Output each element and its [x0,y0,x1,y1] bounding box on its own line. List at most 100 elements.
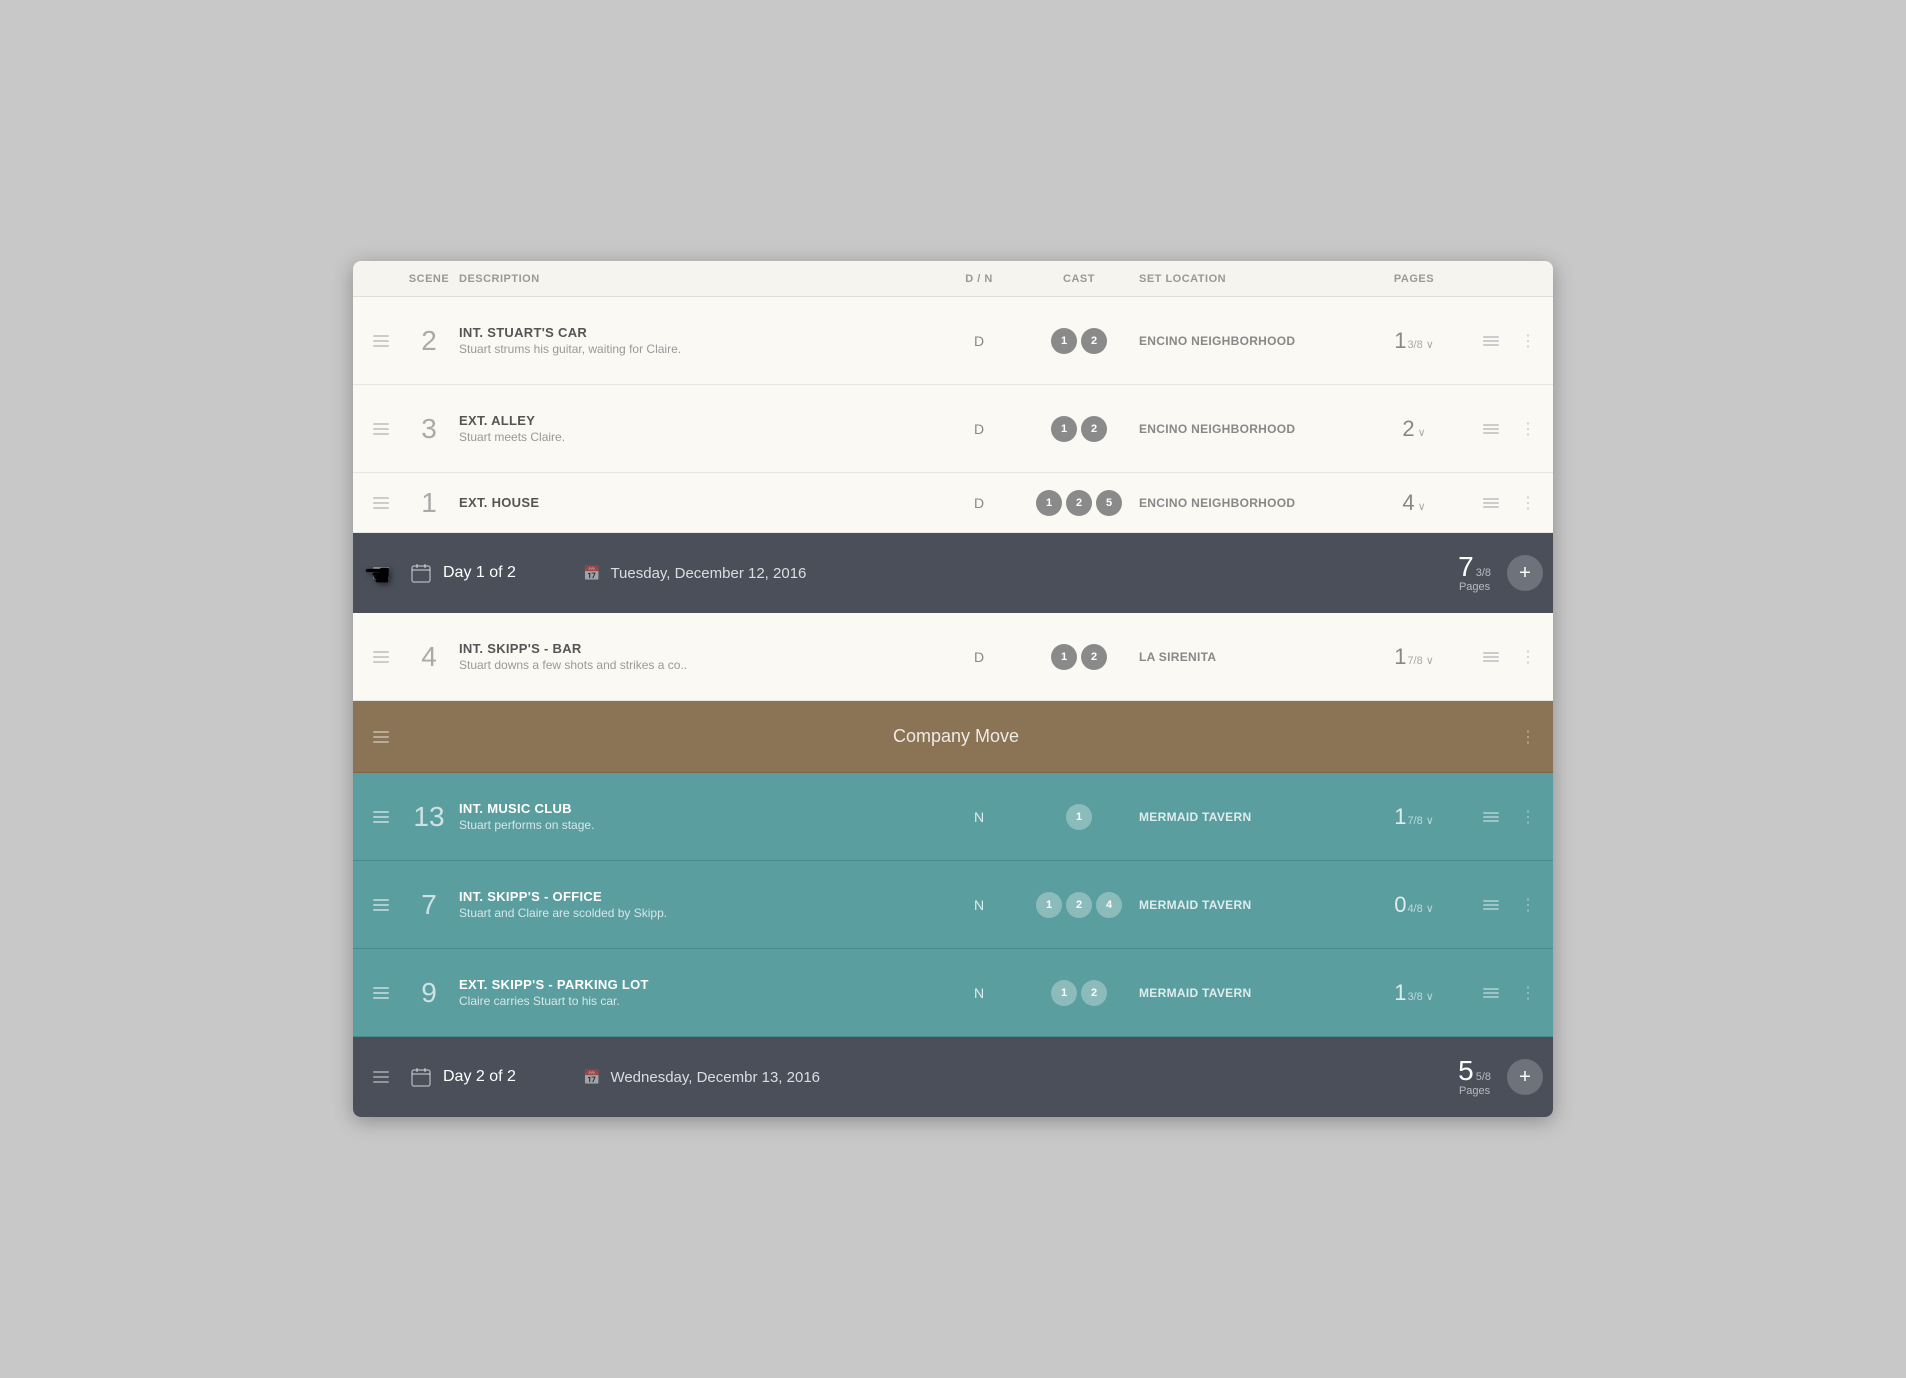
drag-handle[interactable] [363,335,399,347]
cast-badge: 4 [1096,892,1122,918]
cast-badge: 2 [1081,416,1107,442]
scene-subtitle: Stuart meets Claire. [459,430,929,444]
scene-location: MERMAID TAVERN [1139,986,1359,1000]
day-date-area: 📅 Wednesday, Decembr 13, 2016 [583,1069,1458,1086]
column-headers: SCENE DESCRIPTION D / N CAST SET LOCATIO… [353,261,1553,297]
scene-location: ENCINO NEIGHBORHOOD [1139,496,1359,510]
cast-badge: 1 [1051,644,1077,670]
pages-main: 1 [1394,328,1406,354]
scene-more-icon[interactable]: ⋮ [1513,331,1543,351]
scene-dm: N [939,809,1019,825]
pages-chevron: ∨ [1426,338,1434,351]
pages-frac: 3/8 [1407,339,1422,351]
day-pages-area: 5 5/8 Pages [1458,1057,1491,1097]
scene-row-3: 3 EXT. ALLEY Stuart meets Claire. D 1 2 … [353,385,1553,473]
scene-more-icon[interactable]: ⋮ [1513,983,1543,1003]
scene-row-13: 13 INT. MUSIC CLUB Stuart performs on st… [353,773,1553,861]
scene-layers-icon[interactable] [1469,894,1513,916]
day2-banner: Day 2 of 2 📅 Wednesday, Decembr 13, 2016… [353,1037,1553,1117]
scene-row-7: 7 INT. SKIPP'S - OFFICE Stuart and Clair… [353,861,1553,949]
scene-more-icon[interactable]: ⋮ [1513,807,1543,827]
day-drag-handle[interactable] [363,567,399,579]
scene-number: 7 [399,889,459,921]
cast-badge: 1 [1036,490,1062,516]
scene-row-4: 4 INT. SKIPP'S - BAR Stuart downs a few … [353,613,1553,701]
pages-frac: 7/8 [1407,815,1422,827]
company-move-more-icon[interactable]: ⋮ [1513,727,1543,747]
scene-title: INT. STUART'S CAR [459,325,929,340]
scene-dm: D [939,421,1019,437]
scene-location: ENCINO NEIGHBORHOOD [1139,422,1359,436]
scene-layers-icon[interactable] [1469,982,1513,1004]
scene-pages: 1 3/8 ∨ [1359,328,1469,354]
drag-handle[interactable] [363,987,399,999]
scene-layers-icon[interactable] [1469,330,1513,352]
scene-pages: 1 7/8 ∨ [1359,644,1469,670]
main-container: SCENE DESCRIPTION D / N CAST SET LOCATIO… [353,261,1553,1117]
scene-subtitle: Stuart performs on stage. [459,818,929,832]
scene-row-1: 1 EXT. HOUSE D 1 2 5 ENCINO NEIGHBORHOOD… [353,473,1553,533]
day-pages-label: Pages [1459,581,1490,593]
scene-location: MERMAID TAVERN [1139,898,1359,912]
scene-layers-icon[interactable] [1469,646,1513,668]
day1-banner: Day 1 of 2 📅 Tuesday, December 12, 2016 … [353,533,1553,613]
scene-cast: 1 2 [1019,980,1139,1006]
scene-dm: N [939,985,1019,1001]
scene-more-icon[interactable]: ⋮ [1513,493,1543,513]
scene-cast: 1 [1019,804,1139,830]
col-header-description: DESCRIPTION [459,273,939,285]
scene-more-icon[interactable]: ⋮ [1513,647,1543,667]
scene-layers-icon[interactable] [1469,806,1513,828]
drag-handle[interactable] [363,651,399,663]
scene-layers-icon[interactable] [1469,418,1513,440]
company-move-drag[interactable] [363,731,399,743]
day-inline-cal-icon: 📅 [583,1069,600,1086]
scene-number: 13 [399,801,459,833]
day-pages-area: 7 3/8 Pages [1458,553,1491,593]
scene-title: INT. SKIPP'S - OFFICE [459,889,929,904]
cast-badge: 2 [1066,892,1092,918]
company-move-row: Company Move ⋮ [353,701,1553,773]
col-header-location: SET LOCATION [1139,273,1359,285]
day-pages-num: 7 [1458,553,1474,581]
day-add-button[interactable]: + [1507,555,1543,591]
scene-pages: 4 ∨ [1359,490,1469,516]
col-header-cast: CAST [1019,273,1139,285]
scene-more-icon[interactable]: ⋮ [1513,419,1543,439]
day2-add-button[interactable]: + [1507,1059,1543,1095]
scene-number: 9 [399,977,459,1009]
scene-layers-icon[interactable] [1469,492,1513,514]
scene-location: MERMAID TAVERN [1139,810,1359,824]
scene-more-icon[interactable]: ⋮ [1513,895,1543,915]
scene-location: ENCINO NEIGHBORHOOD [1139,334,1359,348]
scene-location: LA SIRENITA [1139,650,1359,664]
scene-subtitle: Stuart and Claire are scolded by Skipp. [459,906,929,920]
scene-dm: D [939,649,1019,665]
day-label: Day 1 of 2 [443,564,563,582]
day-label: Day 2 of 2 [443,1068,563,1086]
drag-handle[interactable] [363,899,399,911]
scene-description: INT. STUART'S CAR Stuart strums his guit… [459,325,939,356]
drag-handle[interactable] [363,497,399,509]
day-pages-frac: 5/8 [1476,1071,1491,1083]
pages-frac: 3/8 [1407,991,1422,1003]
cast-badge: 2 [1081,644,1107,670]
day-calendar-icon [399,561,443,585]
scene-subtitle: Stuart downs a few shots and strikes a c… [459,658,929,672]
day-drag-handle[interactable] [363,1071,399,1083]
scene-subtitle: Claire carries Stuart to his car. [459,994,929,1008]
col-header-scene: SCENE [399,273,459,285]
scene-description: INT. MUSIC CLUB Stuart performs on stage… [459,801,939,832]
scene-title: INT. MUSIC CLUB [459,801,929,816]
pages-chevron: ∨ [1426,990,1434,1003]
drag-handle[interactable] [363,423,399,435]
pages-main: 2 [1402,416,1414,442]
scene-number: 1 [399,487,459,519]
cast-badge: 2 [1066,490,1092,516]
scene-pages: 1 7/8 ∨ [1359,804,1469,830]
scene-description: EXT. HOUSE [459,495,939,510]
drag-handle[interactable] [363,811,399,823]
company-move-label: Company Move [399,726,1513,747]
cast-badge: 5 [1096,490,1122,516]
day-calendar-icon [399,1065,443,1089]
